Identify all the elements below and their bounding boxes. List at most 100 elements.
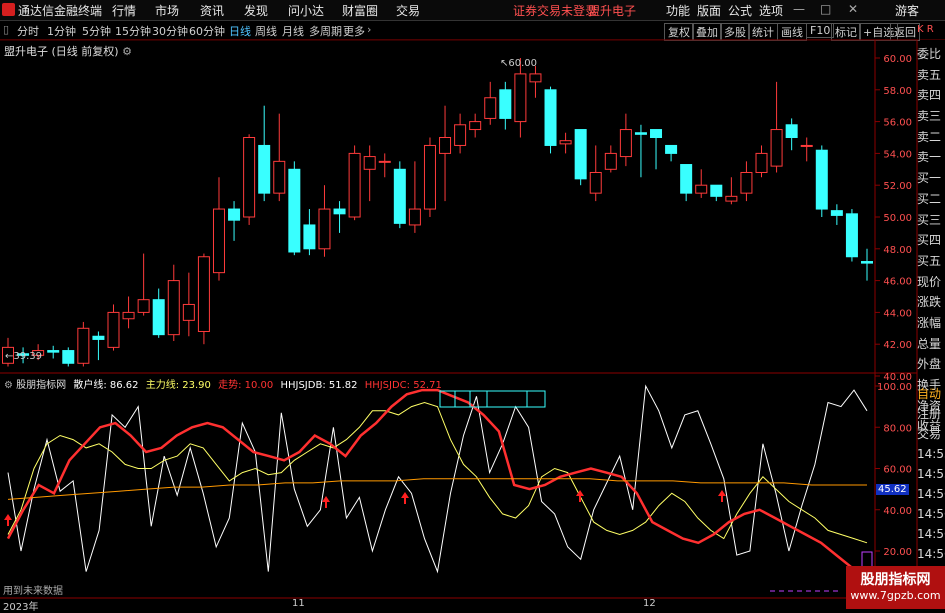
candle: [152, 288, 165, 338]
candle-body: [604, 152, 617, 170]
candle: [725, 177, 738, 205]
candle-body: [815, 149, 828, 210]
x-label-11: 11: [292, 598, 305, 609]
candle-body: [544, 89, 557, 146]
indicator-tick-label: 20.00: [883, 547, 912, 558]
trade-menu-item[interactable]: 自动: [917, 384, 945, 404]
low-price-value: 39.39: [13, 351, 43, 362]
price-tick-label: 56.00: [883, 118, 912, 129]
price-tick-label: 44.00: [883, 308, 912, 319]
candle-body: [559, 140, 572, 145]
grid-lines: [0, 39, 918, 609]
time-panel: 自动注册交易14:5514:5514:5614:5614:5614:5614:5…: [917, 384, 945, 584]
candle: [484, 81, 497, 125]
candle: [740, 161, 753, 202]
indicator-tick-label: 40.00: [883, 506, 912, 517]
indicator-value-hhjsjdc: HHJSJDC: 52.71: [364, 380, 442, 391]
candle: [604, 145, 617, 173]
candle: [830, 204, 843, 225]
candle-body: [574, 129, 587, 180]
candle: [288, 161, 301, 256]
indicator-line: [7, 478, 867, 500]
candle: [243, 134, 256, 225]
quote-label: 卖一: [917, 150, 942, 165]
candle: [92, 331, 105, 361]
candle-body: [740, 171, 753, 194]
candle: [619, 113, 632, 167]
candle-body: [755, 152, 768, 173]
candle-body: [378, 160, 391, 163]
candle: [650, 129, 663, 170]
trade-time: 14:55: [917, 447, 945, 461]
candle-body: [273, 160, 286, 194]
candle: [710, 184, 723, 202]
candle-body: [770, 129, 783, 167]
settings-icon[interactable]: ⚙: [122, 45, 132, 58]
candle-body: [77, 327, 90, 364]
candle: [258, 105, 271, 202]
indicator-value-hhjsjdb: HHJSJDB: 51.82: [280, 380, 358, 391]
high-price-value: 60.00: [508, 58, 538, 69]
candle: [544, 86, 557, 154]
candle-body: [182, 303, 195, 321]
indicator-tick-label: 60.00: [883, 465, 912, 476]
quote-label: 买二: [917, 191, 942, 206]
candle: [77, 321, 90, 367]
future-data-note: 用到未来数据: [3, 586, 63, 597]
candle-body: [122, 311, 135, 320]
selection-boxes[interactable]: [439, 390, 546, 408]
trade-time: 14:56: [917, 527, 945, 541]
indicator-settings-icon[interactable]: ⚙: [4, 380, 16, 391]
candle: [529, 65, 542, 98]
chart-canvas[interactable]: 60.00 58.00 56.00 54.00 52.00 50.00 48.00 46.00…: [0, 0, 945, 609]
candle-body: [243, 137, 256, 218]
indicator-value-zoushi: 走势: 10.00: [218, 380, 274, 391]
candle: [333, 201, 346, 233]
candle-body: [197, 256, 210, 332]
indicator-value-sanhu: 散户线: 86.62: [73, 380, 139, 391]
quote-label: 卖三: [917, 109, 942, 124]
candle-body: [830, 210, 843, 216]
quote-label: 卖四: [917, 88, 942, 103]
candle: [47, 345, 60, 359]
trade-time: 14:56: [917, 547, 945, 561]
candle-body: [137, 299, 150, 313]
quote-label: 买四: [917, 233, 942, 248]
up-arrow-icon: [718, 490, 726, 502]
candle-body: [785, 124, 798, 138]
candle: [845, 209, 858, 262]
main-chart-title: 盟升电子 (日线 前复权) ⚙: [4, 43, 132, 59]
candle: [785, 118, 798, 151]
trade-menu-item[interactable]: 交易: [917, 424, 945, 444]
price-tick-label: 42.00: [883, 340, 912, 351]
watermark-line1: 股朋指标网: [860, 572, 931, 588]
candle-body: [167, 280, 180, 336]
quote-label: 买一: [917, 171, 942, 186]
candle: [273, 113, 286, 202]
indicator-axis: 100.00 80.00 60.00 40.00 20.00: [875, 382, 912, 558]
candle-body: [589, 171, 602, 194]
indicator-lines: [6, 384, 868, 574]
quote-label: 卖五: [917, 67, 942, 82]
price-tick-label: 60.00: [883, 54, 912, 65]
price-tick-label: 54.00: [883, 149, 912, 160]
candle-body: [710, 184, 723, 197]
price-tick-label: 50.00: [883, 213, 912, 224]
candle: [454, 113, 467, 154]
x-label-2023: 2023年: [3, 602, 39, 613]
candle-body: [454, 124, 467, 146]
candle: [861, 248, 873, 281]
quote-label: 现价: [917, 274, 942, 289]
candle-body: [408, 208, 421, 226]
quote-label: 外盘: [917, 357, 942, 372]
quote-label: 买三: [917, 212, 942, 227]
candle: [559, 132, 572, 154]
chart-title-text: 盟升电子 (日线 前复权): [4, 45, 119, 58]
trade-menu-item[interactable]: 注册: [917, 404, 945, 424]
candle-body: [348, 152, 361, 218]
candle: [303, 209, 316, 256]
candle: [122, 296, 135, 329]
indicator-line: [7, 401, 868, 544]
kr-label: K R: [917, 24, 934, 35]
quote-label: 买五: [917, 253, 942, 268]
